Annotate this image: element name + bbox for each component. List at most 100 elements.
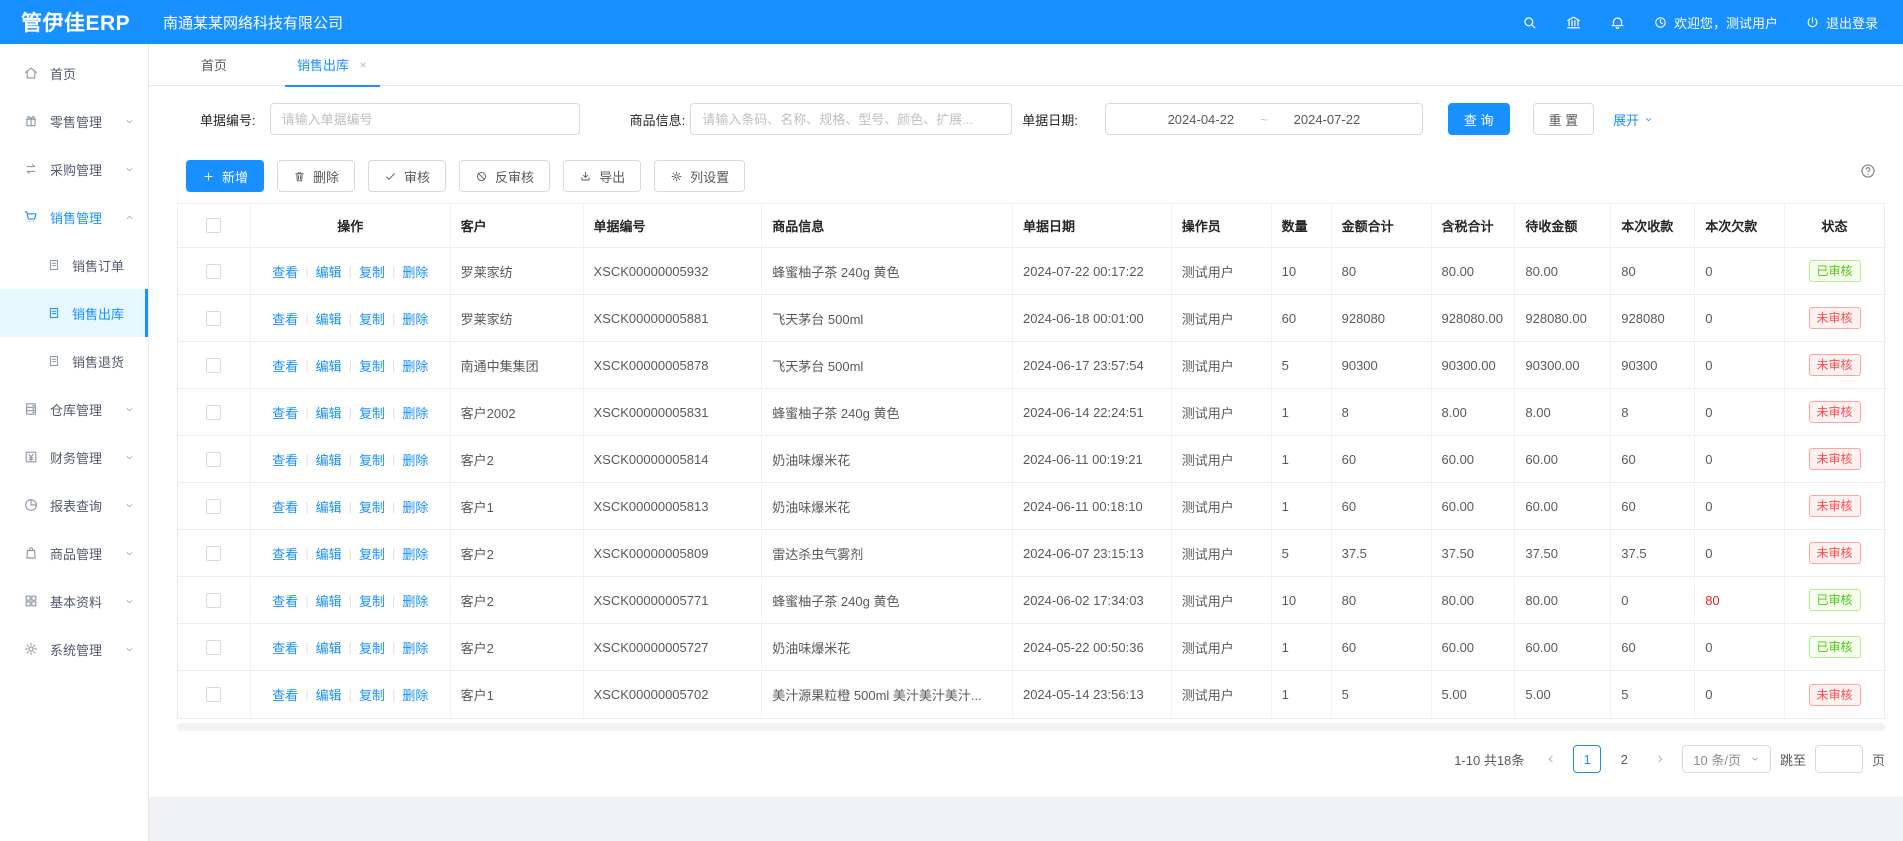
sidebar-item-system[interactable]: 系统管理 xyxy=(0,625,148,673)
edit-link[interactable]: 编辑 xyxy=(316,638,342,657)
date-to[interactable]: 2024-07-22 xyxy=(1294,112,1361,127)
horizontal-scrollbar[interactable] xyxy=(177,723,1885,731)
action-divider: | xyxy=(392,358,395,373)
sidebar-item-warehouse[interactable]: 仓库管理 xyxy=(0,385,148,433)
action-divider: | xyxy=(392,264,395,279)
row-checkbox[interactable] xyxy=(206,640,221,655)
view-link[interactable]: 查看 xyxy=(272,638,298,657)
copy-link[interactable]: 复制 xyxy=(359,450,385,469)
row-checkbox[interactable] xyxy=(206,264,221,279)
delete-link[interactable]: 删除 xyxy=(402,591,428,610)
jump-page-input[interactable] xyxy=(1815,745,1863,773)
expand-link[interactable]: 展开 xyxy=(1613,110,1654,129)
row-checkbox[interactable] xyxy=(206,687,221,702)
row-checkbox[interactable] xyxy=(206,358,221,373)
tab-销售出库[interactable]: 销售出库 xyxy=(275,44,390,86)
edit-link[interactable]: 编辑 xyxy=(316,497,342,516)
unaudit-button[interactable]: 反审核 xyxy=(459,160,550,192)
status-badge: 未审核 xyxy=(1809,354,1861,376)
view-link[interactable]: 查看 xyxy=(272,309,298,328)
sidebar-item-purchase[interactable]: 采购管理 xyxy=(0,145,148,193)
column-setting-button[interactable]: 列设置 xyxy=(654,160,745,192)
sidebar-item-sales-outbound[interactable]: 销售出库 xyxy=(0,289,148,337)
edit-link[interactable]: 编辑 xyxy=(316,450,342,469)
search-button[interactable]: 查 询 xyxy=(1448,103,1510,135)
edit-link[interactable]: 编辑 xyxy=(316,685,342,704)
sidebar-item-sales-order[interactable]: 销售订单 xyxy=(0,241,148,289)
prev-page-button[interactable] xyxy=(1538,746,1564,772)
tab-首页[interactable]: 首页 xyxy=(179,44,249,86)
view-link[interactable]: 查看 xyxy=(272,544,298,563)
next-page-button[interactable] xyxy=(1647,746,1673,772)
delete-link[interactable]: 删除 xyxy=(402,262,428,281)
copy-link[interactable]: 复制 xyxy=(359,544,385,563)
delete-link[interactable]: 删除 xyxy=(402,450,428,469)
doc-no-input[interactable] xyxy=(270,103,580,135)
product-info-input[interactable] xyxy=(690,103,1012,135)
delete-button[interactable]: 删除 xyxy=(277,160,355,192)
edit-link[interactable]: 编辑 xyxy=(316,591,342,610)
view-link[interactable]: 查看 xyxy=(272,403,298,422)
copy-link[interactable]: 复制 xyxy=(359,262,385,281)
sidebar-item-sales[interactable]: 销售管理 xyxy=(0,193,148,241)
action-divider: | xyxy=(392,452,395,467)
bank-icon-button[interactable] xyxy=(1565,14,1582,31)
view-link[interactable]: 查看 xyxy=(272,497,298,516)
row-checkbox[interactable] xyxy=(206,452,221,467)
add-button[interactable]: 新增 xyxy=(186,160,264,192)
delete-link[interactable]: 删除 xyxy=(402,356,428,375)
edit-link[interactable]: 编辑 xyxy=(316,403,342,422)
export-button[interactable]: 导出 xyxy=(563,160,641,192)
copy-link[interactable]: 复制 xyxy=(359,356,385,375)
help-icon[interactable] xyxy=(1859,162,1877,180)
row-checkbox[interactable] xyxy=(206,593,221,608)
row-checkbox[interactable] xyxy=(206,405,221,420)
delete-link[interactable]: 删除 xyxy=(402,497,428,516)
logout-button[interactable]: 退出登录 xyxy=(1805,13,1878,32)
row-checkbox[interactable] xyxy=(206,311,221,326)
sidebar-item-home[interactable]: 首页 xyxy=(0,49,148,97)
search-icon-button[interactable] xyxy=(1521,14,1538,31)
sidebar-item-basic-data[interactable]: 基本资料 xyxy=(0,577,148,625)
bottom-spacer xyxy=(149,797,1903,841)
page-size-select[interactable]: 10 条/页 xyxy=(1682,745,1771,773)
view-link[interactable]: 查看 xyxy=(272,262,298,281)
edit-link[interactable]: 编辑 xyxy=(316,262,342,281)
tab-close-button[interactable] xyxy=(358,60,368,70)
delete-link[interactable]: 删除 xyxy=(402,309,428,328)
row-checkbox[interactable] xyxy=(206,546,221,561)
edit-link[interactable]: 编辑 xyxy=(316,544,342,563)
page-number-2[interactable]: 2 xyxy=(1610,745,1638,773)
view-link[interactable]: 查看 xyxy=(272,356,298,375)
edit-link[interactable]: 编辑 xyxy=(316,309,342,328)
date-from[interactable]: 2024-04-22 xyxy=(1168,112,1235,127)
select-all-checkbox[interactable] xyxy=(206,218,221,233)
bell-icon-button[interactable] xyxy=(1609,14,1626,31)
delete-link[interactable]: 删除 xyxy=(402,685,428,704)
audit-button[interactable]: 审核 xyxy=(368,160,446,192)
delete-link[interactable]: 删除 xyxy=(402,544,428,563)
copy-link[interactable]: 复制 xyxy=(359,638,385,657)
view-link[interactable]: 查看 xyxy=(272,591,298,610)
delete-link[interactable]: 删除 xyxy=(402,403,428,422)
cell-amount: 8 xyxy=(1342,405,1349,420)
copy-link[interactable]: 复制 xyxy=(359,403,385,422)
page-number-1[interactable]: 1 xyxy=(1573,745,1601,773)
sidebar-item-sales-return[interactable]: 销售退货 xyxy=(0,337,148,385)
welcome-user[interactable]: 欢迎您，测试用户 xyxy=(1653,13,1778,32)
copy-link[interactable]: 复制 xyxy=(359,309,385,328)
sidebar-item-finance[interactable]: 财务管理 xyxy=(0,433,148,481)
reset-button[interactable]: 重 置 xyxy=(1533,103,1595,135)
copy-link[interactable]: 复制 xyxy=(359,591,385,610)
delete-link[interactable]: 删除 xyxy=(402,638,428,657)
date-range-picker[interactable]: 2024-04-22 ~ 2024-07-22 xyxy=(1105,103,1423,135)
sidebar-item-retail[interactable]: 零售管理 xyxy=(0,97,148,145)
row-checkbox[interactable] xyxy=(206,499,221,514)
edit-link[interactable]: 编辑 xyxy=(316,356,342,375)
copy-link[interactable]: 复制 xyxy=(359,497,385,516)
view-link[interactable]: 查看 xyxy=(272,685,298,704)
sidebar-item-report[interactable]: 报表查询 xyxy=(0,481,148,529)
sidebar-item-goods[interactable]: 商品管理 xyxy=(0,529,148,577)
view-link[interactable]: 查看 xyxy=(272,450,298,469)
copy-link[interactable]: 复制 xyxy=(359,685,385,704)
